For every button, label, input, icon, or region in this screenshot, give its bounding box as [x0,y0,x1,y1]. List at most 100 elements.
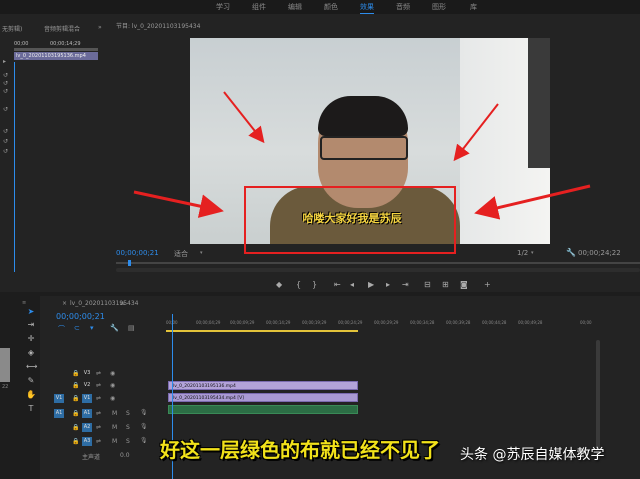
monitor-playhead[interactable] [128,260,131,266]
lock-icon[interactable]: 🔒 [72,370,79,377]
sync-icon[interactable]: ⇌ [96,424,101,431]
track-label-v1[interactable]: V1 [82,394,92,403]
source-clip[interactable]: lv_0_20201103195136.mp4 [14,52,98,60]
add-marker-icon[interactable]: ▾ [90,324,94,332]
fit-dropdown[interactable]: 适合 [174,249,188,259]
audio-mixer-tab[interactable]: 音频剪辑混合 [44,24,80,33]
lock-icon[interactable]: 🔒 [72,438,79,445]
source-tab[interactable]: 无剪辑) [2,24,22,33]
ripple-edit-icon[interactable]: ✛ [26,334,36,344]
step-back-icon[interactable]: ◂ [350,280,354,289]
resolution-chevron-icon[interactable]: ▾ [531,250,534,256]
go-to-in-icon[interactable]: ⇤ [334,280,341,289]
tab-graphics[interactable]: 图形 [432,2,446,12]
wrench-icon[interactable]: 🔧 [566,248,576,257]
track-label-v2[interactable]: V2 [82,381,92,390]
lock-icon[interactable]: 🔒 [72,424,79,431]
mute-button[interactable]: M [112,438,117,445]
panel-menu-icon[interactable]: » [98,24,102,31]
wrench-icon[interactable]: 🔧 [110,324,119,332]
mute-button[interactable]: M [112,410,117,417]
lock-icon[interactable]: 🔒 [72,410,79,417]
sync-icon[interactable]: ⇌ [96,395,101,402]
eye-icon[interactable]: ◉ [110,382,115,389]
pen-icon[interactable]: ✎ [26,376,36,386]
reset-icon[interactable]: ↺ [3,80,9,87]
lift-icon[interactable]: ⊟ [424,280,431,289]
monitor-scrubber[interactable] [116,262,640,264]
snap-icon[interactable]: ⌒ [58,324,65,334]
solo-button[interactable]: S [126,424,130,431]
type-tool-icon[interactable]: T [26,404,36,414]
mic-icon[interactable]: 🎙 [140,423,148,430]
tools-menu-icon[interactable]: ≡ [22,300,26,306]
sync-icon[interactable]: ⇌ [96,410,101,417]
reset-icon[interactable]: ↺ [3,138,9,145]
track-label-v3[interactable]: V3 [82,369,92,378]
timeline-scrollbar[interactable] [596,340,600,460]
resolution-dropdown[interactable]: 1/2 [517,249,528,257]
reset-icon[interactable]: ↺ [3,128,9,135]
clip-v1[interactable]: lv_0_20201103195434.mp4 [V] [168,393,358,402]
hand-icon[interactable]: ✋ [26,390,36,400]
reset-icon[interactable]: ↺ [3,88,9,95]
master-value[interactable]: 0.0 [120,452,130,459]
source-patch-v1[interactable]: V1 [54,394,64,403]
project-thumb[interactable] [0,348,10,382]
clip-a1[interactable] [168,405,358,414]
program-timecode[interactable]: 00;00;00;21 [116,249,159,257]
sequence-close-icon[interactable]: × [62,300,67,307]
mic-icon[interactable]: 🎙 [140,437,148,444]
track-label-a3[interactable]: A3 [82,437,92,446]
lock-icon[interactable]: 🔒 [72,395,79,402]
source-patch-a1[interactable]: A1 [54,409,64,418]
door-frame [528,38,550,168]
thumb-label: 22 [2,384,9,390]
go-to-out-icon[interactable]: ⇥ [402,280,409,289]
sequence-menu-icon[interactable]: ≡ [120,300,125,307]
work-area-bar[interactable] [166,330,358,332]
step-forward-icon[interactable]: ▸ [386,280,390,289]
out-point-icon[interactable]: } [312,280,317,289]
sync-icon[interactable]: ⇌ [96,370,101,377]
tab-learn[interactable]: 学习 [216,2,230,12]
in-point-icon[interactable]: { [296,280,301,289]
fit-chevron-icon[interactable]: ▾ [200,250,203,256]
track-label-a2[interactable]: A2 [82,423,92,432]
lock-icon[interactable]: 🔒 [72,382,79,389]
reset-icon[interactable]: ↺ [3,106,9,113]
reset-icon[interactable]: ↺ [3,148,9,155]
mic-icon[interactable]: 🎙 [140,409,148,416]
extract-icon[interactable]: ⊞ [442,280,449,289]
eye-icon[interactable]: ◉ [110,370,115,377]
sync-icon[interactable]: ⇌ [96,438,101,445]
marker-icon[interactable]: ◆ [276,280,282,289]
tab-assembly[interactable]: 组件 [252,2,266,12]
clip-v2[interactable]: lv_0_20201103195136.mp4 [168,381,358,390]
tab-color[interactable]: 颜色 [324,2,338,12]
duration-timecode: 00;00;24;22 [578,249,621,257]
track-label-a1[interactable]: A1 [82,409,92,418]
sequence-tab[interactable]: lv_0_20201103195434 [70,300,138,307]
reset-icon[interactable]: ↺ [3,72,9,79]
camera-icon[interactable]: ◙ [460,280,468,289]
timeline-timecode[interactable]: 00;00;00;21 [56,312,105,321]
solo-button[interactable]: S [126,438,130,445]
tab-edit[interactable]: 编辑 [288,2,302,12]
eye-icon[interactable]: ◉ [110,395,115,402]
play-button-icon[interactable]: ▶ [368,280,374,289]
tab-libraries[interactable]: 库 [470,2,477,12]
monitor-zoom-bar[interactable] [116,268,640,272]
razor-icon[interactable]: ◈ [26,348,36,358]
track-select-icon[interactable]: ⇥ [26,320,36,330]
tab-audio[interactable]: 音频 [396,2,410,12]
caption-icon[interactable]: ▤ [128,324,135,332]
selection-tool-icon[interactable]: ➤ [26,307,36,317]
mute-button[interactable]: M [112,424,117,431]
solo-button[interactable]: S [126,410,130,417]
play-icon[interactable]: ▸ [3,58,9,65]
add-button-icon[interactable]: + [484,280,491,289]
slip-icon[interactable]: ⟷ [26,362,37,372]
sync-icon[interactable]: ⇌ [96,382,101,389]
linked-selection-icon[interactable]: ⊂ [74,324,80,332]
